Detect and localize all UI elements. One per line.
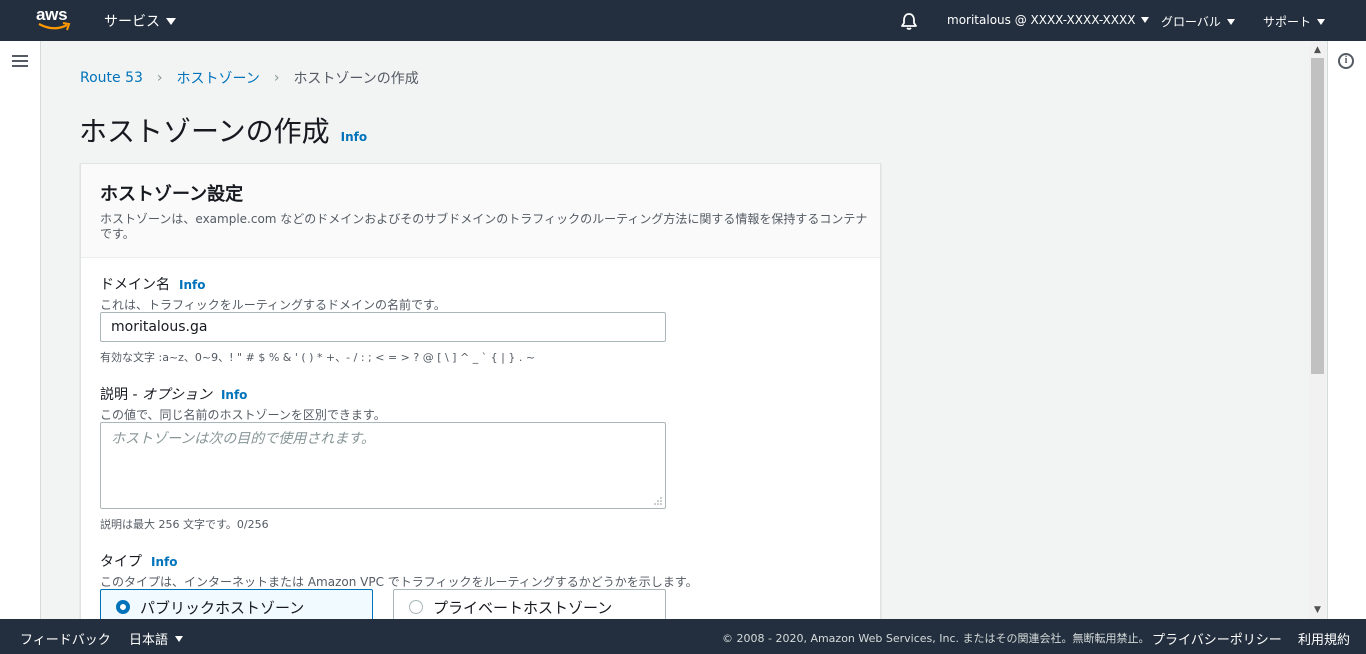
chevron-right-icon: › <box>156 70 163 86</box>
aws-smile-icon <box>38 22 71 31</box>
left-navigation-rail <box>0 41 41 619</box>
radio-unselected[interactable] <box>409 600 423 614</box>
right-tools-rail: i <box>1327 41 1366 619</box>
footer: フィードバック 日本語 © 2008 - 2020, Amazon Web Se… <box>0 619 1366 654</box>
services-label: サービス <box>104 14 160 30</box>
caret-down-icon <box>1226 18 1235 25</box>
region-label: グローバル <box>1161 15 1221 29</box>
scroll-up-icon[interactable]: ▲ <box>1313 46 1322 55</box>
scrollbar-thumb[interactable] <box>1311 58 1324 374</box>
breadcrumb-hosted-zones[interactable]: ホストゾーン <box>177 68 260 88</box>
hosted-zone-settings-panel: ホストゾーン設定 ホストゾーンは、example.com などのドメインおよびそ… <box>80 163 881 625</box>
terms-link[interactable]: 利用規約 <box>1298 629 1350 648</box>
panel-description: ホストゾーンは、example.com などのドメインおよびそのサブドメインのト… <box>100 212 868 241</box>
type-info-link[interactable]: Info <box>151 555 177 569</box>
panel-header: ホストゾーン設定 ホストゾーンは、example.com などのドメインおよびそ… <box>81 164 880 258</box>
account-label: moritalous @ XXXX-XXXX-XXXX <box>947 13 1136 27</box>
breadcrumb: Route 53 › ホストゾーン › ホストゾーンの作成 <box>80 68 419 88</box>
language-label: 日本語 <box>129 633 169 648</box>
account-menu[interactable]: moritalous @ XXXX-XXXX-XXXX <box>947 13 1150 27</box>
radio-selected[interactable] <box>116 600 130 614</box>
panel-title: ホストゾーン設定 <box>100 184 244 205</box>
top-navigation-bar: aws サービス moritalous @ XXXX-XXXX-XXXX グロー… <box>0 0 1366 41</box>
domain-name-hint: 有効な文字 :a~z、0~9、! " # $ % & ' ( ) * +、- /… <box>100 351 536 364</box>
comment-placeholder: ホストゾーンは次の目的で使用されます。 <box>111 431 375 447</box>
support-label: サポート <box>1263 15 1312 29</box>
aws-logo[interactable]: aws <box>36 6 72 34</box>
caret-down-icon <box>1141 17 1150 23</box>
type-description: このタイプは、インターネットまたは Amazon VPC でトラフィックをルーテ… <box>100 575 698 589</box>
domain-name-input[interactable]: moritalous.ga <box>100 312 666 342</box>
domain-name-description: これは、トラフィックをルーティングするドメインの名前です。 <box>100 298 446 312</box>
resize-handle-icon[interactable] <box>654 497 662 505</box>
chevron-right-icon: › <box>273 70 280 86</box>
support-menu[interactable]: サポート <box>1263 13 1326 30</box>
domain-name-label: ドメイン名 <box>100 277 170 293</box>
comment-field: 説明 - オプション Info この値で、同じ名前のホストゾーンを区別できます。 <box>100 384 386 423</box>
region-menu[interactable]: グローバル <box>1161 13 1235 30</box>
public-hosted-zone-label: パブリックホストゾーン <box>140 598 305 617</box>
privacy-policy-link[interactable]: プライバシーポリシー <box>1152 629 1282 648</box>
type-field: タイプ Info このタイプは、インターネットまたは Amazon VPC でト… <box>100 551 698 590</box>
page-info-link[interactable]: Info <box>341 130 367 144</box>
info-panel-icon[interactable]: i <box>1338 53 1354 69</box>
caret-down-icon <box>1317 18 1326 25</box>
domain-info-link[interactable]: Info <box>179 278 205 292</box>
comment-textarea[interactable]: ホストゾーンは次の目的で使用されます。 <box>100 422 666 509</box>
caret-down-icon <box>166 17 176 25</box>
caret-down-icon <box>175 635 184 642</box>
page-title-row: ホストゾーンの作成 Info <box>79 110 367 150</box>
comment-description: この値で、同じ名前のホストゾーンを区別できます。 <box>100 408 386 422</box>
bell-icon[interactable] <box>899 11 919 31</box>
scroll-down-icon[interactable]: ▼ <box>1313 606 1322 615</box>
comment-info-link[interactable]: Info <box>221 388 247 402</box>
comment-hint: 説明は最大 256 文字です。0/256 <box>100 518 269 531</box>
page-scrollbar[interactable]: ▲ ▼ <box>1309 41 1326 619</box>
feedback-link[interactable]: フィードバック <box>20 629 111 648</box>
breadcrumb-route53[interactable]: Route 53 <box>80 70 143 86</box>
language-selector[interactable]: 日本語 <box>129 629 184 648</box>
domain-name-field: ドメイン名 Info これは、トラフィックをルーティングするドメインの名前です。 <box>100 274 446 313</box>
services-menu[interactable]: サービス <box>104 11 176 31</box>
hamburger-menu-icon[interactable] <box>12 55 28 69</box>
private-hosted-zone-label: プライベートホストゾーン <box>433 598 613 617</box>
copyright-text: © 2008 - 2020, Amazon Web Services, Inc.… <box>722 632 1150 645</box>
breadcrumb-current: ホストゾーンの作成 <box>293 71 419 87</box>
page-title: ホストゾーンの作成 <box>79 115 330 148</box>
type-label: タイプ <box>100 554 142 570</box>
comment-label: 説明 - オプション <box>100 387 212 403</box>
